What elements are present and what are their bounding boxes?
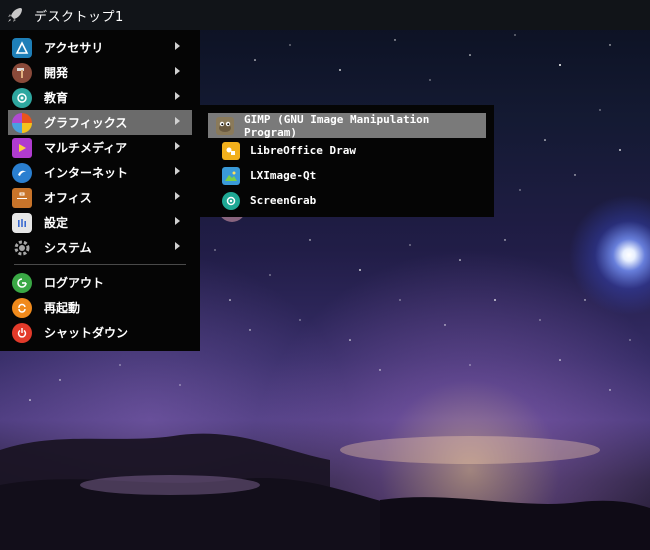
menu-item-multimedia[interactable]: マルチメディア	[0, 135, 192, 160]
menu-item-label: シャットダウン	[44, 326, 129, 340]
submenu-arrow-icon	[175, 117, 180, 125]
submenu-arrow-icon	[175, 167, 180, 175]
menu-item-label: 開発	[44, 66, 69, 80]
menu-item-label: オフィス	[44, 191, 92, 205]
submenu-item-label: LXImage-Qt	[250, 169, 317, 182]
libreoffice-draw-icon	[222, 141, 240, 160]
graphics-submenu: GIMP (GNU Image Manipulation Program) Li…	[200, 105, 494, 217]
menu-item-internet[interactable]: インターネット	[0, 160, 192, 185]
gear-icon	[12, 238, 32, 258]
submenu-item-lximage-qt[interactable]: LXImage-Qt	[208, 163, 486, 188]
menu-item-label: ログアウト	[44, 276, 105, 290]
image-viewer-icon	[222, 166, 240, 185]
submenu-arrow-icon	[175, 67, 180, 75]
menu-separator	[14, 264, 186, 265]
accessories-icon	[12, 37, 32, 58]
submenu-arrow-icon	[175, 42, 180, 50]
internet-icon	[12, 162, 32, 183]
submenu-item-gimp[interactable]: GIMP (GNU Image Manipulation Program)	[208, 112, 486, 139]
mountain-landscape	[0, 433, 650, 550]
application-menu: アクセサリ 開発 教育 グラフィックス マルチメディア インターネット オフィス…	[0, 30, 200, 351]
submenu-arrow-icon	[175, 242, 180, 250]
menu-item-office[interactable]: オフィス	[0, 185, 192, 210]
menu-item-label: アクセサリ	[44, 41, 104, 55]
briefcase-icon	[12, 187, 32, 208]
menu-item-settings[interactable]: 設定	[0, 210, 192, 235]
graphics-icon	[12, 112, 32, 133]
menu-item-label: グラフィックス	[44, 116, 128, 130]
submenu-arrow-icon	[175, 92, 180, 100]
submenu-item-libreoffice-draw[interactable]: LibreOffice Draw	[208, 138, 486, 163]
logout-icon	[12, 272, 32, 293]
submenu-arrow-icon	[175, 192, 180, 200]
submenu-item-label: ScreenGrab	[250, 194, 317, 207]
submenu-item-label: LibreOffice Draw	[250, 144, 356, 157]
menu-item-shutdown[interactable]: シャットダウン	[0, 320, 192, 345]
power-icon	[12, 322, 32, 343]
education-icon	[12, 87, 32, 108]
menu-item-accessories[interactable]: アクセサリ	[0, 35, 192, 60]
menu-item-label: 設定	[44, 216, 69, 230]
submenu-item-label: GIMP (GNU Image Manipulation Program)	[244, 112, 430, 139]
menu-item-label: 教育	[44, 91, 69, 105]
submenu-item-screengrab[interactable]: ScreenGrab	[208, 188, 486, 213]
hammer-icon	[12, 62, 32, 83]
menu-item-label: マルチメディア	[44, 141, 128, 155]
settings-icon	[12, 212, 32, 233]
menu-item-development[interactable]: 開発	[0, 60, 192, 85]
submenu-arrow-icon	[175, 217, 180, 225]
menu-item-graphics[interactable]: グラフィックス	[8, 110, 192, 135]
menu-item-logout[interactable]: ログアウト	[0, 270, 192, 295]
screengrab-icon	[222, 191, 240, 210]
menu-item-label: 再起動	[44, 301, 81, 315]
taskbar: デスクトップ1	[0, 0, 650, 30]
menu-item-label: システム	[44, 241, 92, 255]
multimedia-icon	[12, 137, 32, 158]
menu-item-education[interactable]: 教育	[0, 85, 192, 110]
menu-item-label: インターネット	[44, 166, 129, 180]
gimp-icon	[216, 116, 234, 135]
menu-item-system[interactable]: システム	[0, 235, 192, 260]
start-menu-button[interactable]	[0, 0, 30, 30]
desktop-switcher-label[interactable]: デスクトップ1	[34, 6, 124, 25]
restart-icon	[12, 297, 32, 318]
menu-item-restart[interactable]: 再起動	[0, 295, 192, 320]
rocket-icon	[8, 8, 22, 22]
submenu-arrow-icon	[175, 142, 180, 150]
